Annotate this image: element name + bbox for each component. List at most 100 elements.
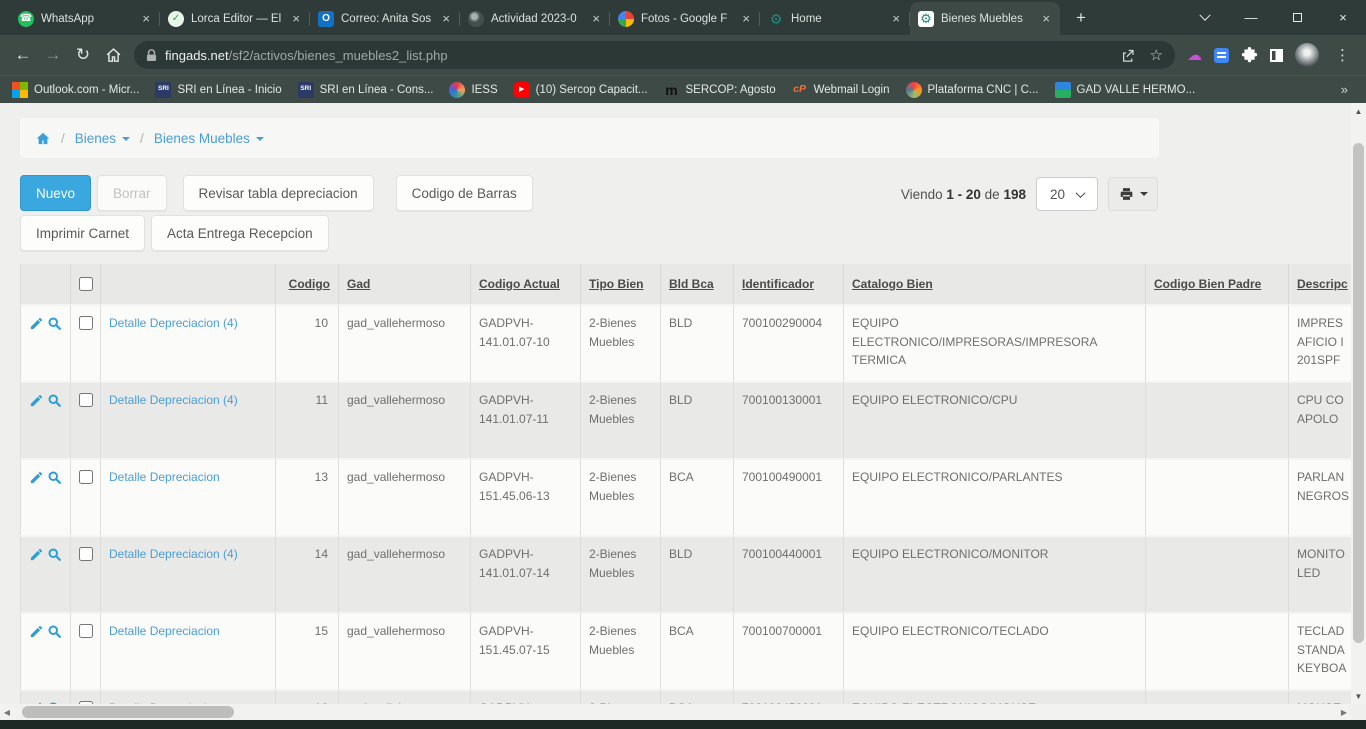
browser-tab[interactable]: Actividad 2023-0 × [460, 2, 610, 35]
breadcrumb-home-icon[interactable] [35, 131, 51, 146]
tab-close-icon[interactable]: × [890, 11, 902, 26]
extensions-puzzle-icon[interactable] [1241, 47, 1258, 64]
address-bar[interactable]: fingads.net/sf2/activos/bienes_muebles2_… [134, 41, 1175, 69]
edit-pencil-icon[interactable] [29, 470, 44, 485]
horizontal-scroll-thumb[interactable] [22, 706, 234, 718]
browser-tab[interactable]: Fotos - Google F × [610, 2, 760, 35]
tab-close-icon[interactable]: × [740, 11, 752, 26]
sort-codigo-actual-link[interactable]: Codigo Actual [479, 277, 560, 291]
view-search-icon[interactable] [47, 624, 62, 639]
back-button[interactable]: ← [8, 40, 38, 70]
select-all-checkbox[interactable] [79, 277, 93, 291]
tab-title: Fotos - Google F [641, 13, 733, 25]
imprimir-carnet-button[interactable]: Imprimir Carnet [20, 215, 145, 251]
bookmark-item[interactable]: SRI SRI en Línea - Cons... [298, 82, 434, 98]
horizontal-scrollbar[interactable]: ◀ ▶ [0, 704, 1351, 720]
bookmark-item[interactable]: m SERCOP: Agosto [664, 82, 776, 98]
browser-tab[interactable]: ☎ WhatsApp × [10, 2, 160, 35]
vertical-scroll-track[interactable] [1351, 119, 1366, 688]
scroll-right-icon[interactable]: ▶ [1337, 704, 1351, 720]
translate-extension-icon[interactable] [1214, 48, 1229, 63]
vertical-scroll-thumb[interactable] [1353, 143, 1364, 643]
tab-close-icon[interactable]: × [1040, 11, 1052, 26]
home-button[interactable] [98, 40, 128, 70]
forward-button[interactable]: → [38, 40, 68, 70]
row-checkbox[interactable] [79, 624, 93, 638]
sort-catalogo-bien-link[interactable]: Catalogo Bien [852, 277, 933, 291]
restore-button[interactable] [1274, 0, 1320, 35]
row-checkbox[interactable] [79, 316, 93, 330]
view-search-icon[interactable] [47, 316, 62, 331]
bookmark-item[interactable]: GAD VALLE HERMO... [1055, 82, 1196, 98]
vertical-scrollbar[interactable]: ▲ ▼ [1351, 103, 1366, 704]
profile-avatar[interactable] [1295, 43, 1319, 67]
view-search-icon[interactable] [47, 393, 62, 408]
row-checkbox[interactable] [79, 470, 93, 484]
bookmark-item[interactable]: IESS [449, 82, 497, 98]
side-panel-icon[interactable] [1270, 49, 1283, 62]
horizontal-scroll-track[interactable] [14, 704, 1337, 720]
bookmark-item[interactable]: Plataforma CNC | C... [906, 82, 1039, 98]
browser-tab[interactable]: ⚙ Bienes Muebles × [910, 2, 1060, 35]
page-size-select[interactable]: 20 [1036, 177, 1098, 211]
breadcrumb-item-bienes-muebles[interactable]: Bienes Muebles [154, 131, 264, 146]
borrar-button[interactable]: Borrar [97, 175, 167, 211]
view-search-icon[interactable] [47, 470, 62, 485]
tab-search-chevron-icon[interactable] [1182, 0, 1228, 35]
detalle-depreciacion-link[interactable]: Detalle Depreciacion (4) [109, 547, 238, 561]
sort-tipo-bien-link[interactable]: Tipo Bien [589, 277, 643, 291]
print-button[interactable] [1108, 177, 1158, 211]
sort-identificador-link[interactable]: Identificador [742, 277, 814, 291]
edit-pencil-icon[interactable] [29, 316, 44, 331]
edit-pencil-icon[interactable] [29, 624, 44, 639]
reload-button[interactable]: ↻ [68, 40, 98, 70]
bookmark-star-icon[interactable]: ☆ [1150, 46, 1163, 64]
acta-entrega-recepcion-button[interactable]: Acta Entrega Recepcion [151, 215, 329, 251]
scroll-up-icon[interactable]: ▲ [1351, 103, 1366, 119]
detalle-depreciacion-link[interactable]: Detalle Depreciacion [109, 624, 220, 638]
chevron-down-icon [1199, 9, 1210, 20]
revisar-tabla-depreciacion-button[interactable]: Revisar tabla depreciacion [183, 175, 374, 211]
edit-pencil-icon[interactable] [29, 393, 44, 408]
bookmark-item[interactable]: SRI SRI en Línea - Inicio [155, 82, 281, 98]
minimize-button[interactable]: — [1228, 0, 1274, 35]
row-checkbox[interactable] [79, 547, 93, 561]
scroll-left-icon[interactable]: ◀ [0, 704, 14, 720]
sort-codigo-link[interactable]: Codigo [289, 277, 330, 291]
tab-close-icon[interactable]: × [440, 11, 452, 26]
sort-bld-bca-link[interactable]: Bld Bca [669, 277, 714, 291]
bookmark-item[interactable]: ▶ (10) Sercop Capacit... [514, 82, 648, 98]
close-button[interactable]: × [1320, 0, 1366, 35]
browser-menu-icon[interactable]: ⋮ [1331, 46, 1354, 64]
sort-codigo-bien-padre-link[interactable]: Codigo Bien Padre [1154, 277, 1261, 291]
detalle-depreciacion-link[interactable]: Detalle Depreciacion (4) [109, 316, 238, 330]
edit-pencil-icon[interactable] [29, 547, 44, 562]
browser-tab[interactable]: ⚙ Home × [760, 2, 910, 35]
bookmark-item[interactable]: cP Webmail Login [792, 82, 890, 98]
share-icon[interactable] [1120, 48, 1136, 63]
codigo-de-barras-button[interactable]: Codigo de Barras [396, 175, 533, 211]
sort-gad-link[interactable]: Gad [347, 277, 370, 291]
scroll-down-icon[interactable]: ▼ [1351, 688, 1366, 704]
nuevo-button[interactable]: Nuevo [20, 175, 91, 211]
row-descripcion-cell: PARLAN NEGROS [1288, 458, 1351, 535]
view-search-icon[interactable] [47, 547, 62, 562]
bookmark-item[interactable]: Outlook.com - Micr... [12, 82, 139, 98]
pagination: Viendo 1 - 20 de 198 20 [901, 177, 1158, 211]
breadcrumb-item-bienes[interactable]: Bienes [75, 131, 130, 146]
browser-tab[interactable]: ✓ Lorca Editor — El × [160, 2, 310, 35]
row-codigo-bien-padre-cell [1145, 612, 1288, 689]
row-catalogo-cell: EQUIPO ELECTRONICO/TECLADO [843, 612, 1145, 689]
row-checkbox[interactable] [79, 393, 93, 407]
browser-tab[interactable]: O Correo: Anita Sos × [310, 2, 460, 35]
row-catalogo-cell: EQUIPO ELECTRONICO/MOUSE [843, 689, 1145, 704]
tab-close-icon[interactable]: × [290, 11, 302, 26]
tab-close-icon[interactable]: × [590, 11, 602, 26]
bookmarks-overflow-icon[interactable]: » [1341, 82, 1354, 97]
detalle-depreciacion-link[interactable]: Detalle Depreciacion [109, 470, 220, 484]
new-tab-button[interactable]: + [1068, 5, 1094, 31]
tab-close-icon[interactable]: × [140, 11, 152, 26]
sort-descripcion-link[interactable]: Descripc [1297, 277, 1348, 291]
cloud-extension-icon[interactable]: ☁ [1187, 48, 1202, 63]
detalle-depreciacion-link[interactable]: Detalle Depreciacion (4) [109, 393, 238, 407]
